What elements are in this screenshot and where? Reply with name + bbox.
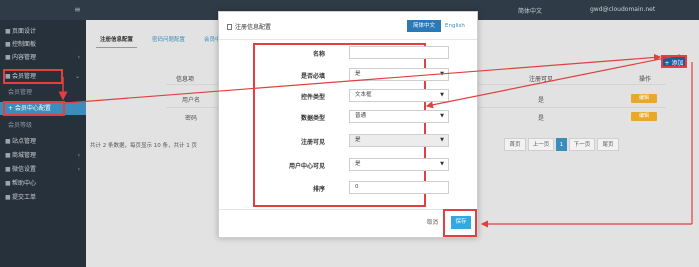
sidebar-item-wechat[interactable]: ■微信设置 ‹ [0, 163, 86, 176]
user-center-visible-label: 用户中心可见 [288, 163, 325, 170]
modal-divider [219, 39, 477, 40]
modal-title: 注册信息配置 [227, 22, 271, 31]
table-cell-visible: 是 [538, 115, 545, 122]
chevron-left-icon: ‹ [77, 152, 80, 159]
sidebar-item-content[interactable]: ■内容管理 ‹ [0, 51, 86, 64]
column-header-register-visible: 注册可见 [529, 76, 554, 83]
chevron-left-icon: ‹ [77, 166, 80, 173]
user-email[interactable]: gwd@cloudomain.net [590, 6, 655, 13]
menu-icon[interactable]: ≡ [74, 5, 81, 14]
required-select[interactable]: 是 ▼ [349, 68, 449, 81]
table-cell-visible: 是 [538, 97, 545, 104]
page-prev-button[interactable]: 上一页 [528, 138, 554, 151]
sidebar: ■页面设计 ■控制面板 ■内容管理 ‹ ■会员管理 ⌄ 会员管理 + 会员中心配置 … [0, 20, 86, 267]
home-icon: ■ [5, 28, 11, 35]
save-button[interactable]: 保存 [451, 216, 471, 229]
content-icon: ■ [5, 54, 11, 61]
sidebar-item-dashboard[interactable]: ■控制面板 [0, 38, 86, 51]
sidebar-item-shop[interactable]: ■商城管理 ‹ [0, 149, 86, 162]
lang-english-button[interactable]: English [445, 20, 465, 32]
sidebar-item-site[interactable]: ■站点管理 [0, 135, 86, 148]
register-visible-label: 注册可见 [300, 139, 325, 146]
data-type-select[interactable]: 普通 ▼ [349, 110, 449, 123]
language-switch[interactable]: 简体中文 [518, 6, 542, 15]
tab-register-info[interactable]: 注册信息配置 [96, 32, 138, 48]
page-next-button[interactable]: 下一页 [569, 138, 595, 151]
sidebar-item-ticket[interactable]: ■提交工单 [0, 191, 86, 204]
dashboard-icon: ■ [5, 41, 11, 48]
pagination-summary: 共计 2 条数据，每页显示 10 条，共计 1 页 [90, 143, 197, 149]
site-icon: ■ [5, 138, 11, 145]
wechat-icon: ■ [5, 166, 11, 173]
add-button[interactable]: + 添加 [661, 55, 687, 68]
chevron-down-icon: ⌄ [74, 73, 80, 80]
page-first-button[interactable]: 首页 [504, 138, 526, 151]
control-type-label: 控件类型 [300, 94, 325, 101]
data-type-label: 数据类型 [300, 115, 325, 122]
sidebar-item-help[interactable]: ■帮助中心 [0, 177, 86, 190]
column-header-item: 信息项 [176, 76, 195, 83]
page-number-button[interactable]: 1 [556, 138, 567, 151]
table-cell-name: 密码 [185, 115, 198, 122]
user-center-visible-select[interactable]: 是 ▼ [349, 158, 449, 171]
tab-password-question[interactable]: 密码问题配置 [148, 32, 189, 48]
lang-chinese-button[interactable]: 简体中文 [407, 20, 441, 32]
document-icon [227, 24, 232, 30]
caret-down-icon: ▼ [440, 137, 444, 143]
help-icon: ■ [5, 180, 11, 187]
annotation-box-member-center-config [3, 101, 65, 116]
sort-label: 排序 [312, 186, 325, 193]
sidebar-subitem-member-manage[interactable]: 会员管理 [0, 86, 86, 99]
chevron-left-icon: ‹ [77, 54, 80, 61]
register-info-config-modal: 注册信息配置 简体中文 English 名称 是否必填 是 ▼ 控件类型 文本框 ▼… [218, 11, 478, 238]
annotation-box-form: 名称 是否必填 是 ▼ 控件类型 文本框 ▼ 数据类型 普通 ▼ 注册可见 是 ▼ 用户… [253, 43, 449, 207]
register-visible-select: 是 ▼ [349, 134, 449, 147]
cancel-button[interactable]: 取消 [427, 218, 438, 226]
required-label: 是否必填 [300, 73, 325, 80]
ticket-icon: ■ [5, 194, 11, 201]
column-header-action: 操作 [639, 76, 652, 83]
caret-down-icon: ▼ [440, 161, 444, 167]
caret-down-icon: ▼ [440, 71, 444, 77]
modal-divider [219, 209, 477, 210]
edit-button[interactable]: 编辑 [631, 112, 657, 121]
name-input[interactable] [349, 46, 449, 59]
sidebar-item-page-design[interactable]: ■页面设计 [0, 25, 86, 38]
sidebar-subitem-member-level[interactable]: 会员等级 [0, 119, 86, 132]
sort-input[interactable]: 0 [349, 181, 449, 194]
name-label: 名称 [312, 51, 325, 58]
control-type-select[interactable]: 文本框 ▼ [349, 89, 449, 102]
caret-down-icon: ▼ [440, 113, 444, 119]
page-last-button[interactable]: 尾页 [597, 138, 619, 151]
annotation-box-member-menu [3, 69, 63, 84]
table-cell-name: 用户名 [182, 97, 201, 104]
shop-icon: ■ [5, 152, 11, 159]
caret-down-icon: ▼ [440, 92, 444, 98]
annotation-box-save: 保存 [443, 209, 477, 237]
edit-button[interactable]: 编辑 [631, 94, 657, 103]
